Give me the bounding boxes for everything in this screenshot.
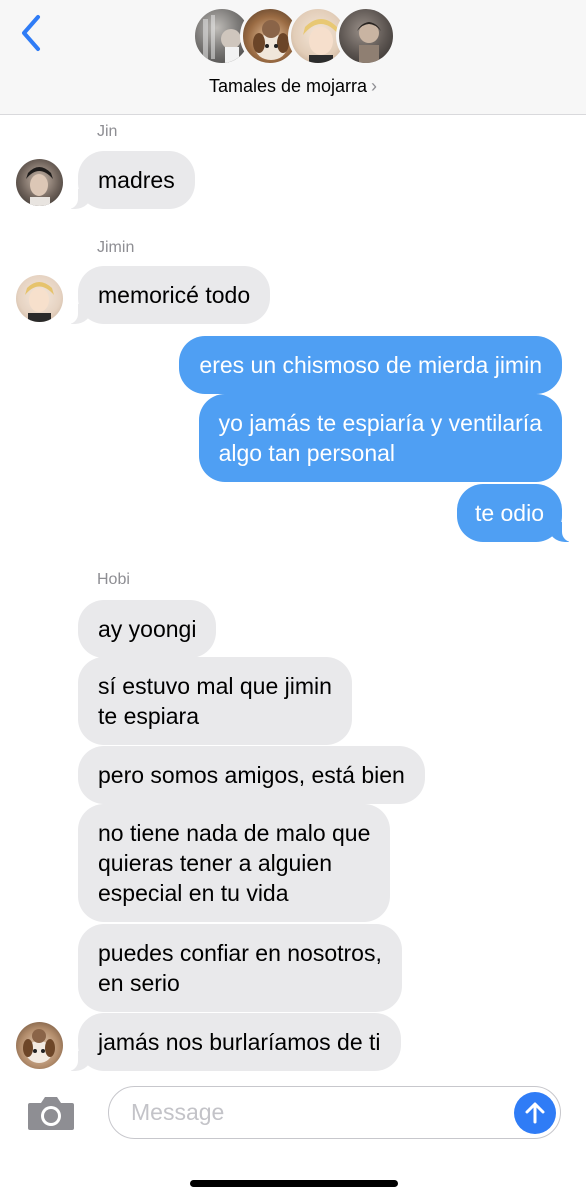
message-text-line: especial en tu vida: [98, 880, 289, 906]
message-text: eres un chismoso de mierda jimin: [199, 352, 542, 378]
arrow-up-icon: [525, 1102, 545, 1124]
message-text-line: quieras tener a alguien: [98, 850, 332, 876]
camera-button[interactable]: [26, 1094, 76, 1132]
message-bubble-incoming[interactable]: sí estuvo mal que jimin te espiara: [78, 657, 352, 745]
conversation-header: Tamales de mojarra ›: [0, 0, 586, 115]
message-bubble-incoming[interactable]: puedes confiar en nosotros, en serio: [78, 924, 402, 1012]
message-bubble-incoming[interactable]: jamás nos burlaríamos de ti: [66, 1013, 401, 1071]
group-name-label: Tamales de mojarra: [208, 76, 368, 96]
message-text: memoricé todo: [98, 282, 251, 308]
group-avatar-4: [336, 6, 396, 66]
message-text: ay yoongi: [98, 616, 197, 642]
chevron-left-icon: [22, 15, 40, 51]
message-bubble-outgoing[interactable]: yo jamás te espiaría y ventilaría algo t…: [198, 394, 562, 482]
message-text-line: algo tan personal: [218, 440, 396, 466]
camera-icon: [28, 1097, 74, 1130]
message-bubble-incoming[interactable]: ay yoongi: [78, 600, 217, 658]
message-input[interactable]: Message: [108, 1086, 561, 1139]
avatar-hobi[interactable]: [16, 1022, 63, 1069]
message-text-line: puedes confiar en nosotros,: [98, 940, 382, 966]
message-text: pero somos amigos, está bien: [98, 762, 405, 788]
avatar-jimin[interactable]: [16, 275, 63, 322]
message-text-line: sí estuvo mal que jimin: [98, 673, 332, 699]
message-text: te odio: [474, 500, 544, 526]
back-button[interactable]: [14, 12, 48, 54]
home-indicator: [190, 1180, 398, 1187]
message-text: madres: [98, 167, 175, 193]
message-bubble-incoming[interactable]: no tiene nada de malo que quieras tener …: [78, 804, 391, 922]
group-name[interactable]: Tamales de mojarra ›: [0, 76, 586, 97]
group-avatars[interactable]: [192, 6, 396, 68]
message-bubble-incoming[interactable]: pero somos amigos, está bien: [78, 746, 425, 804]
message-bubble-incoming[interactable]: memoricé todo: [65, 266, 271, 324]
send-button[interactable]: [514, 1092, 556, 1134]
message-bubble-outgoing[interactable]: eres un chismoso de mierda jimin: [179, 336, 562, 394]
chevron-right-icon: ›: [371, 76, 378, 96]
sender-name-jin: Jin: [97, 123, 118, 140]
message-text: jamás nos burlaríamos de ti: [98, 1029, 381, 1055]
message-text-line: no tiene nada de malo que: [98, 820, 371, 846]
message-bubble-incoming[interactable]: madres: [66, 151, 195, 209]
sender-name-hobi: Hobi: [97, 571, 130, 588]
sender-name-jimin: Jimin: [97, 239, 135, 256]
message-text-line: te espiara: [98, 703, 200, 729]
message-text-line: yo jamás te espiaría y ventilaría: [218, 410, 542, 436]
message-input-placeholder: Message: [131, 1099, 225, 1125]
message-text-line: en serio: [98, 970, 180, 996]
avatar-jin[interactable]: [16, 159, 63, 206]
message-bubble-outgoing[interactable]: te odio: [456, 484, 575, 542]
